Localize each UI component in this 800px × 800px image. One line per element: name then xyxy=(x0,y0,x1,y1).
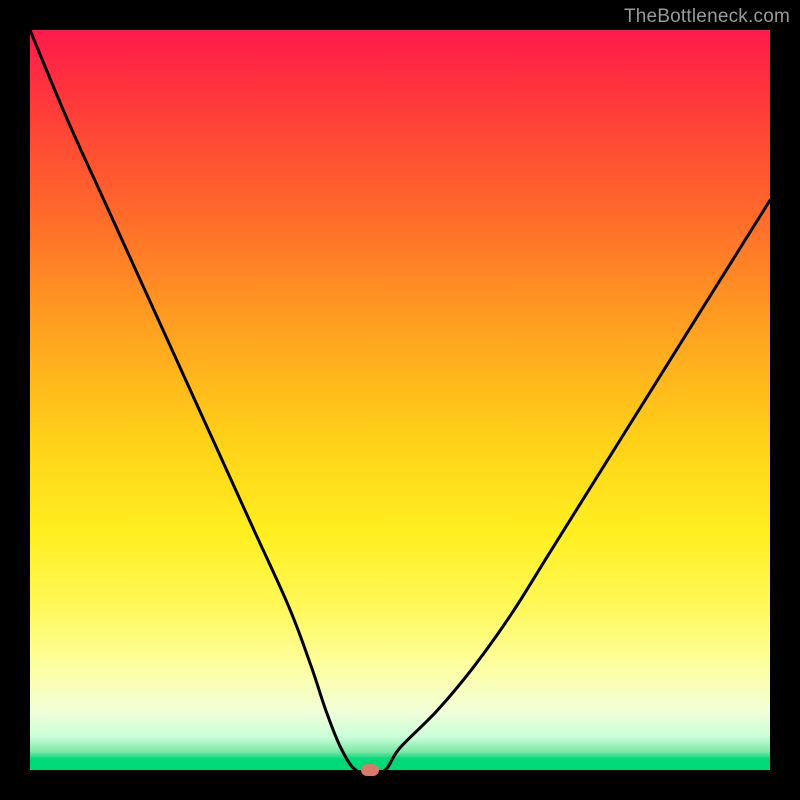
watermark-text: TheBottleneck.com xyxy=(624,6,790,28)
chart-container: TheBottleneck.com xyxy=(0,0,800,800)
optimal-point-marker xyxy=(361,764,379,776)
plot-area xyxy=(30,30,770,770)
bottleneck-curve xyxy=(30,30,770,770)
